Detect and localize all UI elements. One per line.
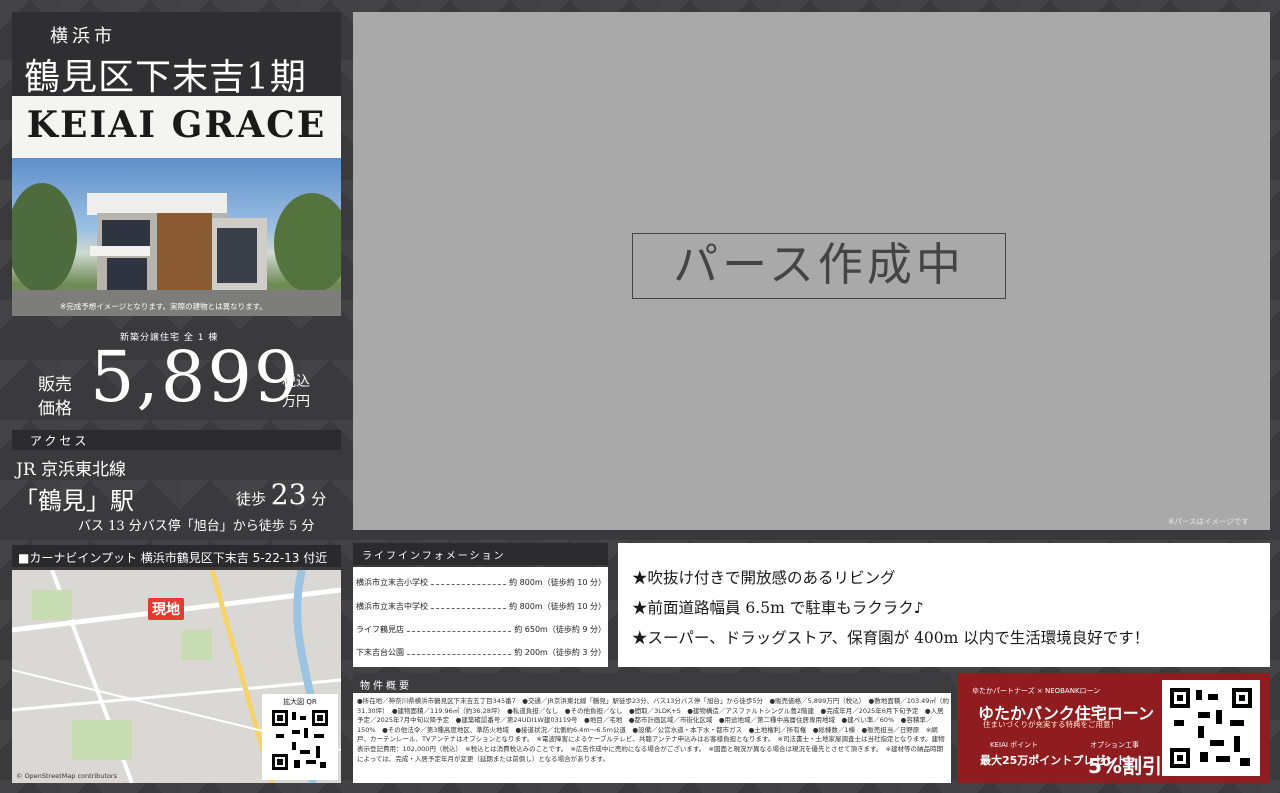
train-line: JR 京浜東北線: [16, 460, 127, 480]
map-credit: © OpenStreetMap contributors: [16, 772, 117, 780]
walk-time: 徒歩 23 分: [236, 478, 326, 511]
facility-distance: 約 650m（徒歩約 9 分）: [514, 625, 606, 634]
loan-option-discount: 5%割引: [1088, 754, 1162, 778]
station-name: 「鶴見」駅: [14, 487, 134, 515]
facility-name: 横浜市立末吉小学校: [356, 578, 428, 587]
map-location-marker: 現地: [148, 598, 184, 620]
render-note: ※パースはイメージです: [1168, 517, 1249, 526]
property-outline-label: 物件概要: [360, 681, 412, 692]
facility-name: 下末吉台公園: [356, 648, 404, 657]
price-unit: 税込万円: [282, 374, 310, 410]
life-info-label: ライフインフォメーション: [362, 551, 506, 562]
life-info-row: ライフ鶴見店 約 650m（徒歩約 9 分）: [356, 624, 606, 635]
facility-distance: 約 200m（徒歩約 3 分）: [514, 648, 606, 657]
price-label: 販売価格: [38, 375, 72, 419]
life-info-row: 横浜市立末吉小学校 約 800m（徒歩約 10 分）: [356, 577, 606, 588]
life-info-row: 横浜市立末吉中学校 約 800m（徒歩約 10 分）: [356, 601, 606, 612]
facility-distance: 約 800m（徒歩約 10 分）: [509, 602, 606, 611]
property-outline-text: ●所在地／神奈川県横浜市鶴見区下末吉五丁目345番7 ●交通／JR京浜東北線「鶴…: [357, 697, 949, 763]
house-illustration: [12, 183, 341, 316]
house-photo: [12, 158, 341, 316]
render-status: パース作成中: [632, 233, 1006, 299]
facility-distance: 約 800m（徒歩約 10 分）: [509, 578, 606, 587]
leader-line: [407, 647, 512, 655]
map-qr-label: 拡大図 QR: [283, 698, 317, 706]
loan-option-label: オプション工事: [1090, 741, 1139, 749]
walk-minutes: 23: [270, 478, 307, 511]
property-outline-header: [353, 673, 951, 693]
loan-subtitle: 住まいづくりが充実する特典をご用意！: [983, 720, 1118, 729]
leader-line: [407, 624, 512, 632]
feature-item: ★吹抜け付きで開放感のあるリビング: [632, 569, 896, 587]
walk-suffix: 分: [311, 490, 327, 508]
bus-access: バス 13 分バス停「旭台」から徒歩 5 分: [78, 519, 315, 534]
access-label: アクセス: [30, 434, 90, 448]
price-value: 5,899: [90, 336, 301, 418]
facility-name: ライフ鶴見店: [356, 625, 404, 634]
leader-line: [431, 577, 507, 585]
city-label: 横浜市: [50, 26, 116, 47]
nav-address: ■カーナビインプット 横浜市鶴見区下末吉 5-22-13 付近: [18, 551, 328, 565]
brand-name: KEIAI GRACE: [26, 104, 327, 146]
loan-partners: ゆたかパートナーズ × NEOBANKローン: [972, 687, 1101, 695]
facility-name: 横浜市立末吉中学校: [356, 602, 428, 611]
project-title: 鶴見区下末吉1期: [24, 57, 307, 98]
loan-qr-code[interactable]: [1162, 680, 1260, 776]
leader-line: [431, 601, 507, 609]
feature-item: ★スーパー、ドラッグストア、保育園が 400m 以内で生活環境良好です！: [632, 629, 1150, 647]
walk-prefix: 徒歩: [236, 490, 267, 508]
life-info-row: 下末吉台公園 約 200m（徒歩約 3 分）: [356, 647, 606, 658]
loan-points-label: KEIAI ポイント: [990, 741, 1039, 749]
feature-item: ★前面道路幅員 6.5m で駐車もラクラク♪: [632, 599, 924, 617]
qr-icon: [1170, 688, 1252, 768]
photo-caption: ※完成予想イメージとなります。実際の建物とは異なります。: [60, 302, 267, 311]
